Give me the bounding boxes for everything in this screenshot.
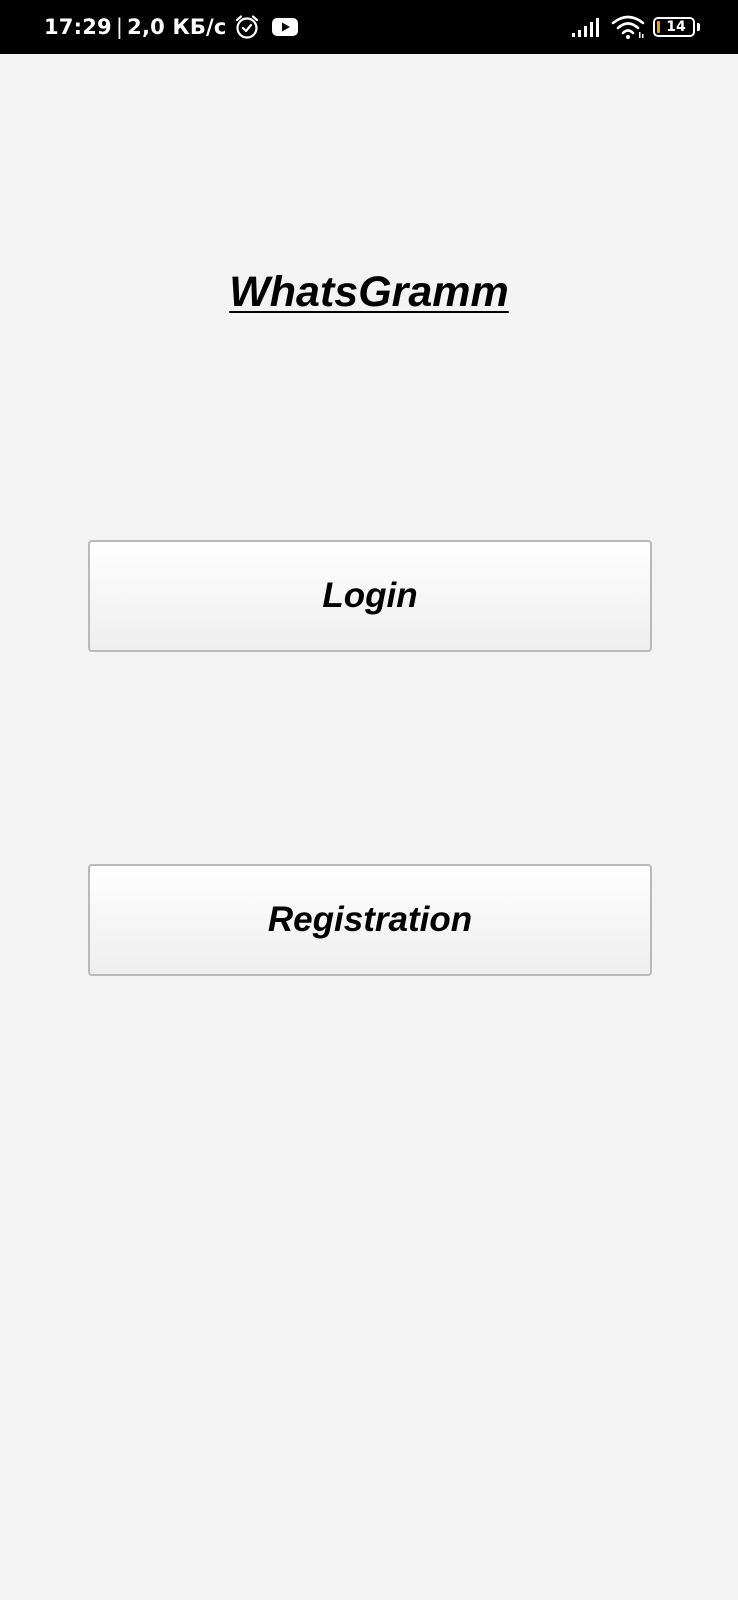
signal-icon	[572, 18, 599, 37]
registration-button[interactable]: Registration	[88, 864, 652, 976]
battery-fill	[657, 21, 660, 33]
alarm-icon	[234, 14, 260, 40]
wifi-icon	[611, 15, 645, 39]
login-button[interactable]: Login	[88, 540, 652, 652]
battery-tip	[697, 23, 700, 31]
battery-icon: 14	[653, 17, 695, 37]
status-time: 17:29	[44, 15, 112, 39]
status-right: 14	[571, 0, 700, 54]
status-bar: 17:29 | 2,0 КБ/с 14	[0, 0, 738, 54]
youtube-icon	[271, 17, 298, 37]
battery-level: 14	[666, 19, 686, 35]
app-title: WhatsGramm	[229, 268, 509, 316]
status-separator: |	[115, 15, 124, 39]
status-left: 17:29 | 2,0 КБ/с	[44, 0, 298, 54]
network-speed: 2,0 КБ/с	[127, 15, 227, 39]
